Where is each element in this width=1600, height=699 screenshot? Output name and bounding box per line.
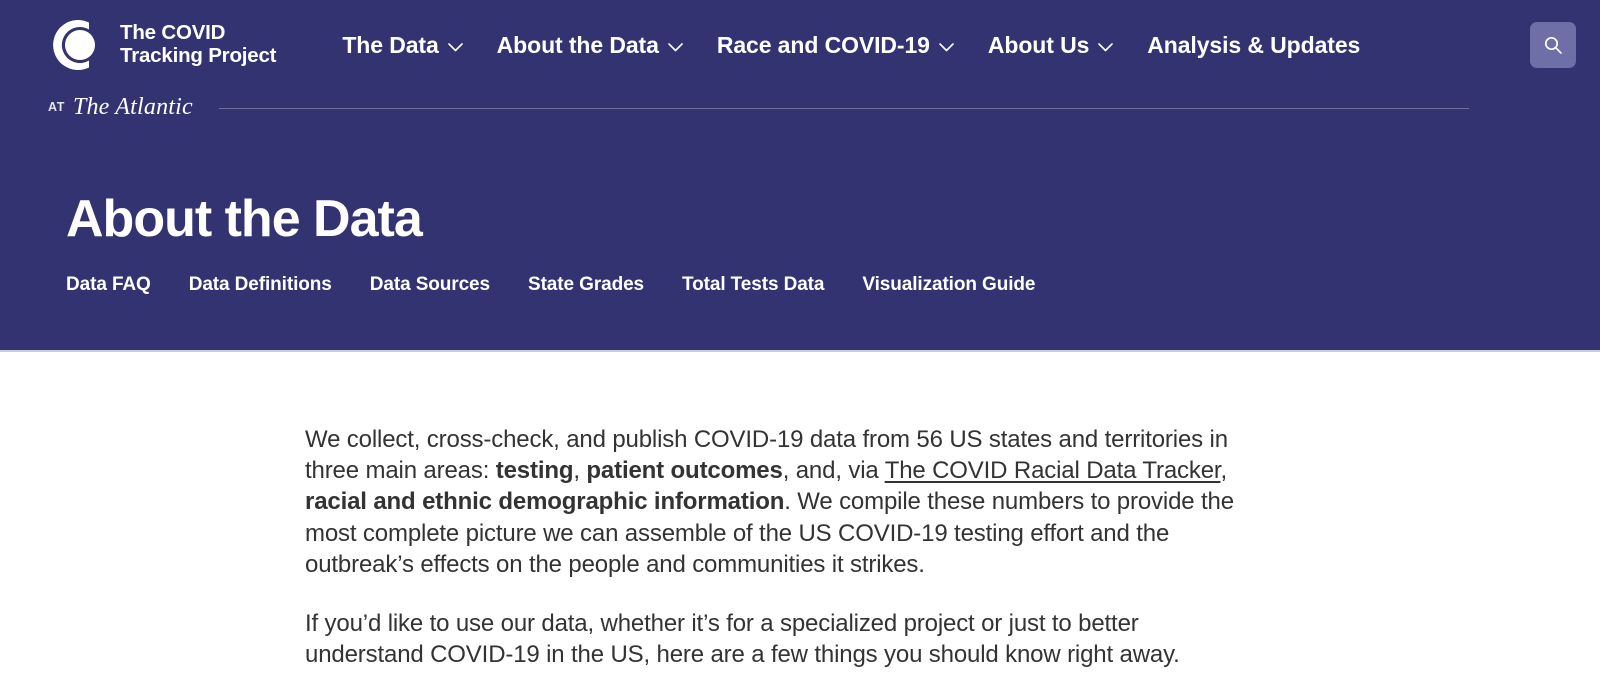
nav-item-label: Analysis & Updates	[1147, 31, 1361, 58]
search-button[interactable]	[1530, 22, 1576, 68]
sub-nav-item-data-sources[interactable]: Data Sources	[370, 274, 490, 296]
sub-nav-item-data-faq[interactable]: Data FAQ	[66, 274, 151, 296]
nav-item-about-us[interactable]: About Us	[987, 24, 1114, 67]
main-content: We collect, cross-check, and publish COV…	[0, 352, 1600, 670]
page-title-block: About the Data Data FAQ Data Definitions…	[0, 128, 1600, 296]
covid-tracking-project-ring-logo-icon	[48, 16, 106, 74]
intro-paragraph: We collect, cross-check, and publish COV…	[305, 424, 1245, 580]
nav-item-label: About the Data	[496, 31, 659, 58]
nav-item-label: About Us	[987, 31, 1090, 58]
atlantic-affiliation: AT The Atlantic	[0, 86, 1600, 128]
paragraph1-part4: ,	[1220, 457, 1227, 485]
affiliation-publication: The Atlantic	[72, 93, 193, 120]
page-title: About the Data	[66, 190, 423, 248]
paragraph1-bold-patient-outcomes: patient outcomes	[586, 457, 783, 485]
brand-line-2: Tracking Project	[120, 44, 277, 67]
primary-navigation: The Data About the Data Race and COVID-1…	[342, 22, 1576, 68]
nav-item-race-and-covid-19[interactable]: Race and COVID-19	[717, 24, 954, 67]
chevron-down-icon	[1098, 42, 1114, 52]
site-header: The COVID Tracking Project The Data Abou…	[0, 0, 1600, 352]
nav-item-label: The Data	[342, 31, 439, 58]
nav-item-analysis-and-updates[interactable]: Analysis & Updates	[1147, 24, 1360, 67]
article-body: We collect, cross-check, and publish COV…	[305, 424, 1245, 670]
search-icon	[1543, 35, 1563, 55]
nav-item-about-the-data[interactable]: About the Data	[497, 24, 683, 67]
brand-wordmark: The COVID Tracking Project	[120, 21, 277, 68]
nav-item-the-data[interactable]: The Data	[342, 24, 463, 67]
brand-home-link[interactable]: The COVID Tracking Project	[48, 16, 277, 74]
header-top-bar: The COVID Tracking Project The Data Abou…	[0, 0, 1600, 90]
nav-item-label: Race and COVID-19	[716, 31, 930, 58]
covid-racial-data-tracker-link[interactable]: The COVID Racial Data Tracker	[885, 457, 1221, 484]
sub-nav-item-visualization-guide[interactable]: Visualization Guide	[862, 274, 1035, 296]
header-divider-rule	[218, 108, 1469, 109]
paragraph1-part3: , and, via	[782, 457, 885, 485]
usage-paragraph: If you’d like to use our data, whether i…	[305, 609, 1180, 669]
affiliation-prefix: AT	[48, 100, 65, 114]
chevron-down-icon	[447, 42, 463, 52]
sub-nav-item-data-definitions[interactable]: Data Definitions	[189, 274, 332, 296]
chevron-down-icon	[939, 42, 954, 52]
sub-nav-item-state-grades[interactable]: State Grades	[528, 274, 644, 296]
paragraph1-bold-racial-ethnic: racial and ethnic demographic informatio…	[305, 488, 785, 516]
brand-line-1: The COVID	[120, 21, 226, 45]
section-sub-navigation: Data FAQ Data Definitions Data Sources S…	[66, 274, 1600, 296]
chevron-down-icon	[668, 42, 683, 52]
paragraph1-part2: ,	[573, 457, 587, 485]
sub-nav-item-total-tests-data[interactable]: Total Tests Data	[682, 274, 824, 296]
paragraph1-bold-testing: testing	[495, 457, 574, 485]
